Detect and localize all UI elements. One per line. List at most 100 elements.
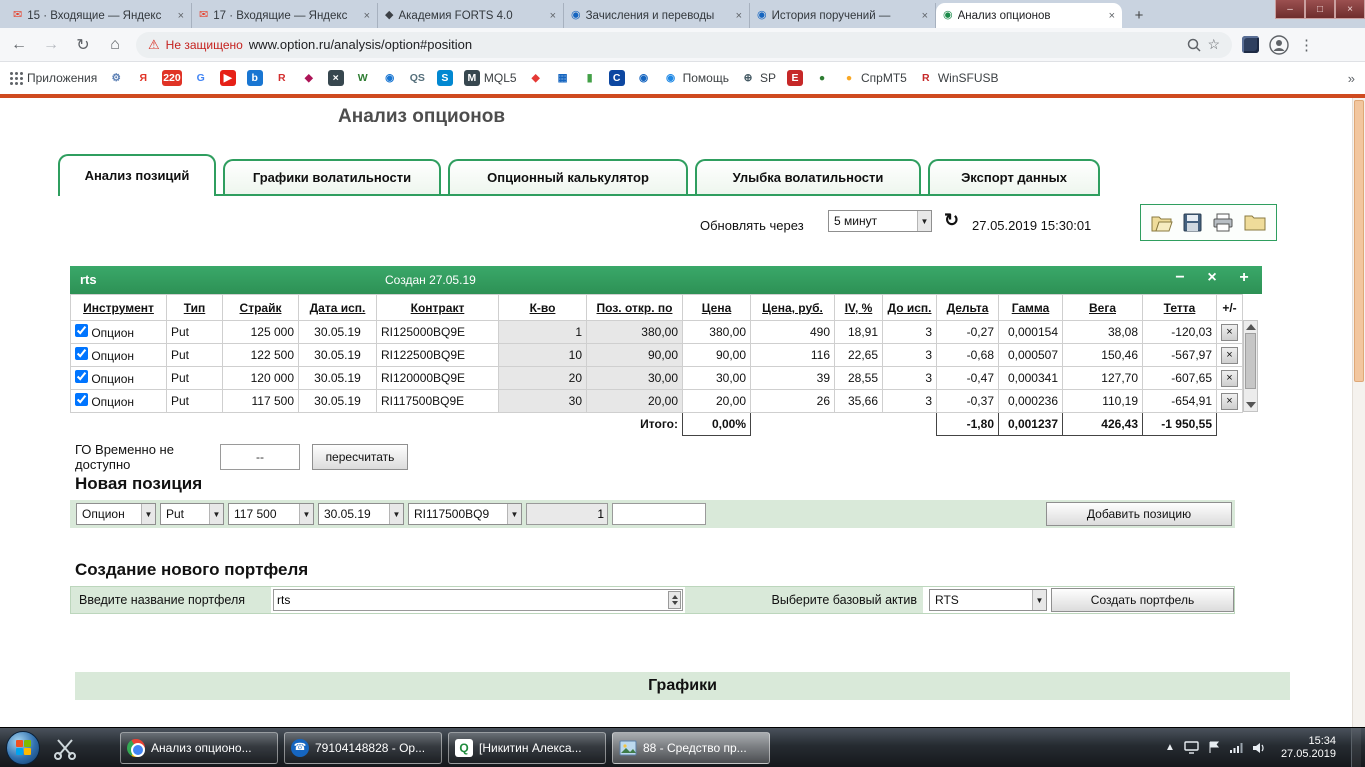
col-expiry[interactable]: Дата исп. — [298, 294, 377, 321]
browser-tab-orders[interactable]: ◉ История поручений — × — [750, 3, 936, 28]
bookmark-item-help[interactable]: ◉ Помощь — [663, 70, 729, 86]
bookmark-item[interactable]: 220 — [162, 70, 182, 86]
url-text[interactable]: www.option.ru/analysis/option#position — [249, 37, 1182, 52]
delete-row-icon[interactable]: × — [1221, 392, 1238, 410]
bookmark-item[interactable]: ◆ — [301, 70, 317, 86]
instrument-select[interactable]: Опцион ▼ — [76, 503, 156, 525]
open-file-icon[interactable] — [1151, 214, 1173, 232]
bookmark-item[interactable]: ◆ — [528, 70, 544, 86]
bookmark-item[interactable]: ▮ — [582, 70, 598, 86]
taskbar-clock[interactable]: 15:34 27.05.2019 — [1275, 735, 1342, 761]
recalculate-button[interactable]: пересчитать — [312, 444, 408, 470]
col-strike[interactable]: Страйк — [222, 294, 299, 321]
home-icon[interactable]: ⌂ — [104, 36, 126, 54]
position-checkbox[interactable] — [75, 393, 88, 406]
bookmark-item[interactable]: × — [327, 70, 344, 86]
maximize-button[interactable]: □ — [1305, 0, 1335, 19]
position-checkbox[interactable] — [75, 324, 88, 337]
security-label[interactable]: Не защищено — [166, 38, 243, 52]
position-checkbox[interactable] — [75, 370, 88, 383]
bookmark-item[interactable]: ⚙ — [108, 70, 124, 86]
browser-tab-transfers[interactable]: ◉ Зачисления и переводы × — [564, 3, 750, 28]
delete-row-icon[interactable]: × — [1221, 346, 1238, 364]
tab-volatility-charts[interactable]: Графики волатильности — [223, 159, 441, 194]
scroll-down-icon[interactable] — [1246, 402, 1256, 408]
bookmark-item-mql5[interactable]: M MQL5 — [463, 70, 517, 86]
add-portfolio-icon[interactable]: + — [1234, 269, 1254, 287]
tab-close-icon[interactable]: × — [922, 10, 928, 22]
col-instrument[interactable]: Инструмент — [70, 294, 167, 321]
page-scrollbar[interactable] — [1352, 98, 1365, 727]
bookmark-item[interactable]: Е — [786, 70, 803, 86]
bookmark-item[interactable]: W — [355, 70, 371, 86]
folder-icon[interactable] — [1244, 214, 1266, 231]
page-scrollbar-thumb[interactable] — [1354, 100, 1364, 382]
volume-icon[interactable] — [1252, 742, 1266, 754]
new-tab-button[interactable]: + — [1126, 4, 1152, 26]
col-price-rub[interactable]: Цена, руб. — [750, 294, 835, 321]
bookmark-item-sprmt5[interactable]: ● СпрМТ5 — [841, 70, 907, 86]
save-icon[interactable] — [1183, 213, 1202, 232]
quantity-input[interactable] — [526, 503, 608, 525]
col-theta[interactable]: Тетта — [1142, 294, 1217, 321]
bookmark-item[interactable]: b — [246, 70, 263, 86]
tab-position-analysis[interactable]: Анализ позиций — [58, 154, 216, 196]
delete-row-icon[interactable]: × — [1221, 323, 1238, 341]
col-type[interactable]: Тип — [166, 294, 223, 321]
bookmark-item[interactable]: ◉ — [382, 70, 398, 86]
taskbar-button-softphone[interactable]: ☎ 79104148828 - Op... — [284, 731, 442, 764]
reload-icon[interactable]: ↻ — [72, 35, 94, 55]
scroll-up-icon[interactable] — [1246, 324, 1256, 330]
bookmark-item[interactable]: G — [193, 70, 209, 86]
col-iv[interactable]: IV, % — [834, 294, 883, 321]
portfolio-name-input[interactable] — [273, 589, 683, 611]
tab-close-icon[interactable]: × — [1109, 10, 1115, 22]
bookmark-item[interactable]: ▦ — [555, 70, 571, 86]
tab-option-calculator[interactable]: Опционный калькулятор — [448, 159, 688, 194]
refresh-now-icon[interactable]: ↻ — [944, 210, 959, 231]
add-position-button[interactable]: Добавить позицию — [1046, 502, 1232, 526]
chrome-menu-icon[interactable]: ⋮ — [1299, 36, 1314, 54]
tab-close-icon[interactable]: × — [550, 10, 556, 22]
taskbar-button-image-viewer[interactable]: 88 - Средство пр... — [612, 731, 770, 764]
browser-tab-options-analysis[interactable]: ◉ Анализ опционов × — [936, 3, 1122, 28]
col-contract[interactable]: Контракт — [376, 294, 499, 321]
tab-close-icon[interactable]: × — [736, 10, 742, 22]
network-icon[interactable] — [1229, 742, 1243, 754]
col-days[interactable]: До исп. — [882, 294, 937, 321]
bookmark-item-sp[interactable]: ⊕ SP — [740, 70, 776, 86]
monitor-icon[interactable] — [1184, 741, 1199, 754]
expiry-select[interactable]: 30.05.19 ▼ — [318, 503, 404, 525]
browser-tab-mail-17[interactable]: ✉ 17 · Входящие — Яндекс × — [192, 3, 378, 28]
minimize-button[interactable]: – — [1275, 0, 1305, 19]
refresh-interval-select[interactable]: 5 минут ▼ — [828, 210, 932, 232]
bookmark-star-icon[interactable]: ☆ — [1207, 36, 1220, 53]
bookmark-item[interactable]: ● — [814, 70, 830, 86]
contract-select[interactable]: RI117500BQ9 ▼ — [408, 503, 522, 525]
forward-icon[interactable]: → — [40, 36, 62, 54]
start-button[interactable] — [6, 730, 40, 765]
bookmark-item[interactable]: C — [608, 70, 625, 86]
price-input[interactable] — [612, 503, 706, 525]
col-gamma[interactable]: Гамма — [998, 294, 1063, 321]
position-checkbox[interactable] — [75, 347, 88, 360]
close-button[interactable]: × — [1335, 0, 1365, 19]
browser-tab-mail-15[interactable]: ✉ 15 · Входящие — Яндекс × — [6, 3, 192, 28]
delete-row-icon[interactable]: × — [1221, 369, 1238, 387]
extension-icon[interactable] — [1242, 36, 1259, 53]
zoom-icon[interactable] — [1187, 38, 1201, 52]
tab-data-export[interactable]: Экспорт данных — [928, 159, 1100, 194]
bookmark-item[interactable]: R — [274, 70, 290, 86]
tray-expand-icon[interactable]: ▲ — [1165, 742, 1175, 753]
scrollbar-thumb[interactable] — [1245, 333, 1256, 389]
base-asset-select[interactable]: RTS ▼ — [929, 589, 1047, 611]
bookmark-item[interactable]: S — [436, 70, 453, 86]
delete-portfolio-icon[interactable]: × — [1202, 269, 1222, 287]
input-spinner[interactable] — [668, 591, 681, 609]
bookmarks-overflow-icon[interactable]: » — [1348, 71, 1355, 86]
col-qty[interactable]: К-во — [498, 294, 587, 321]
bookmark-item[interactable]: Я — [135, 70, 151, 86]
strike-select[interactable]: 117 500 ▼ — [228, 503, 314, 525]
taskbar-button-quik[interactable]: Q [Никитин Алекса... — [448, 731, 606, 764]
apps-shortcut[interactable]: Приложения — [10, 71, 97, 85]
